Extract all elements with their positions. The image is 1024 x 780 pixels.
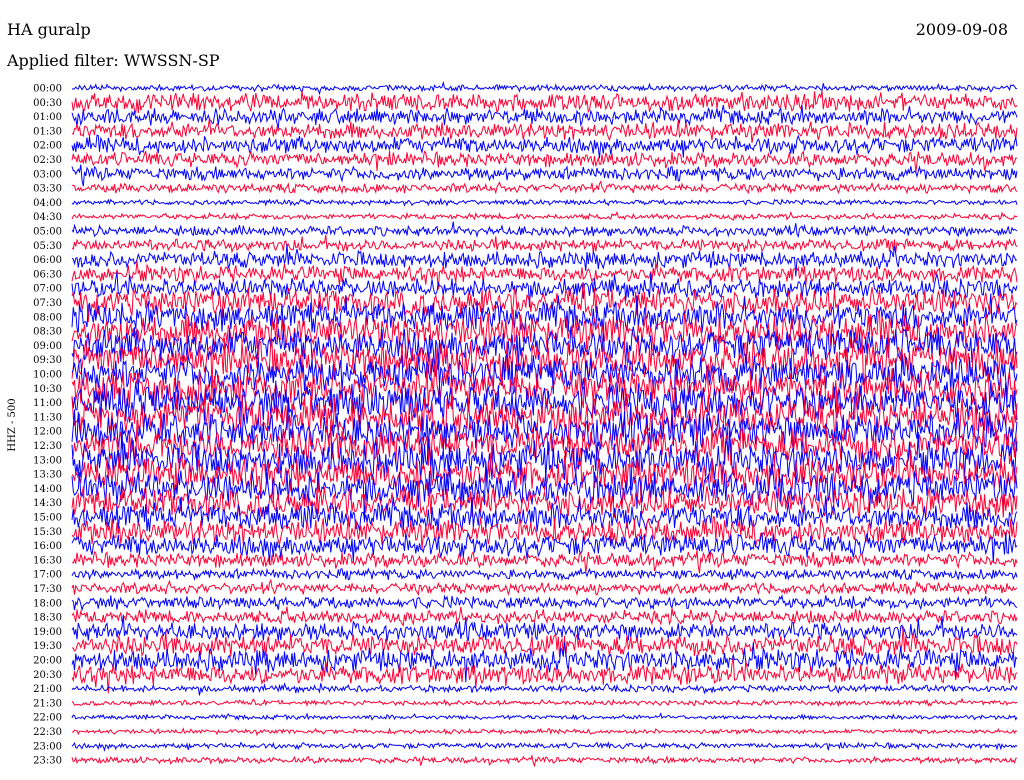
trace-group	[71, 80, 1018, 768]
time-label: 12:30	[33, 441, 62, 452]
time-label: 05:30	[33, 241, 62, 252]
time-label: 06:30	[33, 269, 62, 280]
time-label: 16:30	[33, 555, 62, 566]
seismic-trace	[71, 260, 1018, 290]
seismic-trace	[71, 164, 1018, 187]
time-label: 05:00	[33, 227, 62, 238]
time-label: 20:30	[33, 670, 62, 681]
time-label: 02:30	[33, 155, 62, 166]
y-axis-label: HHZ - 500	[7, 398, 18, 451]
seismic-trace	[71, 712, 1018, 721]
time-label: 08:30	[33, 327, 62, 338]
time-label: 01:30	[33, 126, 62, 137]
time-label: 08:00	[33, 312, 62, 323]
seismic-trace	[71, 741, 1018, 753]
time-label: 14:00	[33, 484, 62, 495]
time-label: 17:30	[33, 584, 62, 595]
time-label: 04:00	[33, 198, 62, 209]
time-label: 00:30	[33, 98, 62, 109]
time-label: 11:00	[33, 398, 62, 409]
time-label: 03:30	[33, 184, 62, 195]
helicorder-plot: 00:00 00:30 01:00 01:30 02:00 02:30 03:00 03:30…	[7, 80, 1018, 768]
time-label: 02:00	[33, 141, 62, 152]
time-label: 17:00	[33, 570, 62, 581]
seismic-trace	[71, 80, 1018, 96]
seismic-trace	[71, 606, 1018, 627]
time-label: 01:00	[33, 112, 62, 123]
time-label: 03:00	[33, 169, 62, 180]
seismic-trace	[72, 180, 1018, 195]
time-label: 16:00	[33, 541, 62, 552]
time-label: 23:00	[33, 741, 62, 752]
seismic-trace	[71, 105, 1018, 129]
time-label-group: 00:00 00:30 01:00 01:30 02:00 02:30 03:00 03:30…	[33, 84, 62, 767]
seismic-trace	[71, 697, 1018, 708]
seismic-trace	[71, 90, 1018, 114]
time-label: 22:00	[33, 713, 62, 724]
time-label: 20:00	[33, 656, 62, 667]
seismic-trace	[71, 578, 1018, 597]
time-label: 19:30	[33, 641, 62, 652]
time-label: 19:00	[33, 627, 62, 638]
seismic-trace	[71, 197, 1018, 207]
time-label: 10:00	[33, 370, 62, 381]
seismic-trace	[71, 549, 1018, 574]
time-label: 12:00	[33, 427, 62, 438]
time-label: 22:30	[33, 727, 62, 738]
seismic-trace	[71, 593, 1018, 612]
time-label: 13:30	[33, 470, 62, 481]
seismic-trace	[71, 754, 1018, 768]
time-label: 15:30	[33, 527, 62, 538]
time-label: 04:30	[33, 212, 62, 223]
seismic-trace	[71, 221, 1018, 239]
time-label: 07:00	[33, 284, 62, 295]
time-label: 21:00	[33, 684, 62, 695]
time-label: 07:30	[33, 298, 62, 309]
time-label: 18:00	[33, 598, 62, 609]
seismic-trace	[71, 150, 1018, 173]
time-label: 15:00	[33, 513, 62, 524]
seismic-trace	[71, 682, 1018, 696]
time-label: 10:30	[33, 384, 62, 395]
time-label: 09:30	[33, 355, 62, 366]
time-label: 14:30	[33, 498, 62, 509]
time-label: 23:30	[33, 756, 62, 767]
time-label: 13:00	[33, 455, 62, 466]
time-label: 21:30	[33, 698, 62, 709]
time-label: 11:30	[33, 412, 62, 423]
time-label: 09:00	[33, 341, 62, 352]
seismic-trace	[71, 567, 1018, 582]
time-label: 18:30	[33, 613, 62, 624]
time-label: 06:00	[33, 255, 62, 266]
seismic-trace	[72, 727, 1018, 737]
time-label: 00:00	[33, 84, 62, 95]
seismic-trace	[71, 234, 1018, 254]
seismic-trace	[71, 210, 1018, 222]
